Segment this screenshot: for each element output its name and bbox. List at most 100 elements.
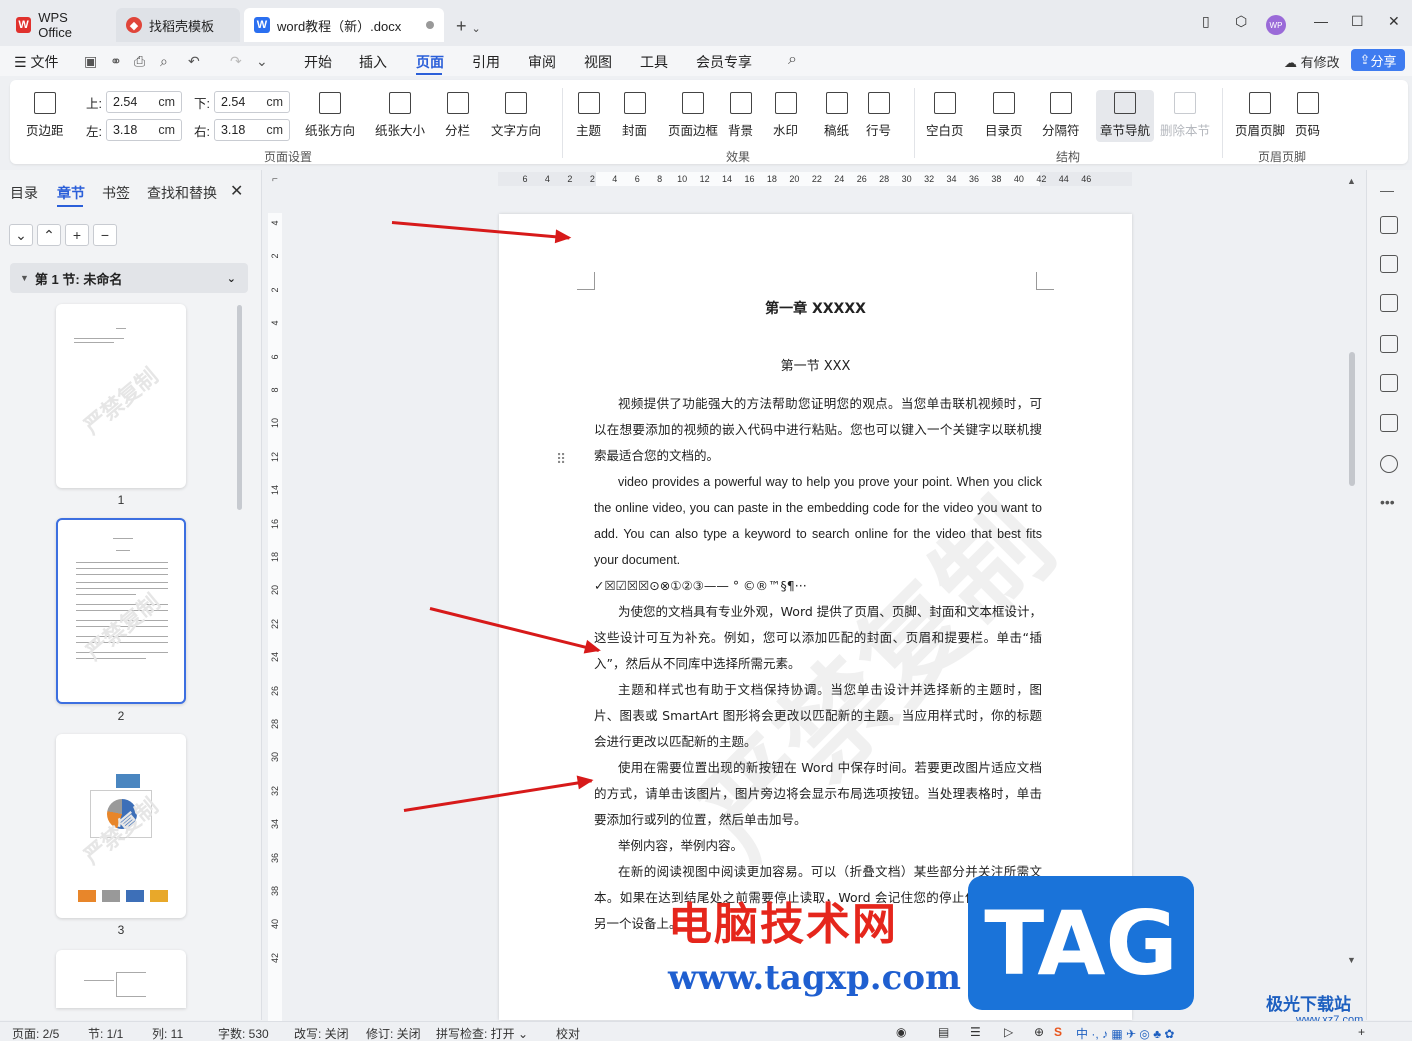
close-window-icon[interactable]: ✕: [1388, 13, 1400, 30]
search-icon[interactable]: ⌕: [788, 51, 797, 69]
status-section[interactable]: 节: 1/1: [88, 1025, 123, 1041]
delete-section-button[interactable]: 删除本节: [1160, 92, 1210, 139]
section-item[interactable]: ▼ 第 1 节: 未命名 ⌄: [10, 263, 248, 293]
page-thumbnail-2[interactable]: 严禁复制: [56, 518, 186, 704]
collapse-rail-icon[interactable]: —: [1380, 182, 1394, 198]
pen-icon[interactable]: [1380, 216, 1398, 234]
menu-insert[interactable]: 插入: [359, 52, 387, 72]
undo-icon[interactable]: ↶: [188, 53, 200, 70]
reader-icon[interactable]: [1380, 414, 1398, 432]
menu-member[interactable]: 会员专享: [696, 52, 752, 72]
modified-status[interactable]: ☁ 有修改: [1284, 52, 1340, 71]
maximize-icon[interactable]: ☐: [1351, 13, 1364, 30]
cover-button[interactable]: 封面: [622, 92, 647, 139]
document-body[interactable]: 视频提供了功能强大的方法帮助您证明您的观点。当您单击联机视频时，可以在想要添加的…: [594, 391, 1042, 937]
pane-tab-find-replace[interactable]: 查找和替换: [147, 183, 217, 203]
orientation-button[interactable]: 纸张方向: [305, 92, 355, 139]
pane-tab-toc[interactable]: 目录: [10, 183, 38, 203]
blank-page-button[interactable]: 空白页: [926, 92, 964, 139]
eye-protection-icon[interactable]: ◉: [896, 1025, 906, 1039]
paragraph[interactable]: 使用在需要位置出现的新按钮在 Word 中保存时间。若要更改图片适应文档的方式，…: [594, 755, 1042, 833]
scroll-down-icon[interactable]: ▼: [1347, 955, 1356, 965]
pane-scrollbar[interactable]: [237, 305, 242, 510]
pane-tab-sections[interactable]: 章节: [57, 183, 85, 203]
menu-page[interactable]: 页面: [416, 52, 444, 72]
more-chevron-icon[interactable]: ⌄: [256, 53, 268, 70]
print-preview-icon[interactable]: ⌕: [160, 53, 168, 70]
avatar[interactable]: WP: [1266, 15, 1286, 35]
print-icon[interactable]: ⎙: [134, 53, 145, 70]
menu-view[interactable]: 视图: [584, 52, 612, 72]
header-footer-button[interactable]: 页眉页脚: [1235, 92, 1285, 139]
columns-button[interactable]: 分栏: [445, 92, 470, 139]
status-spell-check[interactable]: 拼写检查: 打开 ⌄: [436, 1025, 528, 1041]
adjust-icon[interactable]: [1380, 294, 1398, 312]
zoom-in-icon[interactable]: +: [1358, 1025, 1365, 1039]
menu-review[interactable]: 审阅: [528, 52, 556, 72]
scroll-up-icon[interactable]: ▲: [1347, 176, 1356, 186]
doc-edit-icon[interactable]: [1380, 335, 1398, 353]
chapter-nav-button[interactable]: 章节导航: [1100, 92, 1150, 139]
status-proofread[interactable]: 校对: [556, 1025, 580, 1041]
paragraph[interactable]: 为使您的文档具有专业外观，Word 提供了页眉、页脚、封面和文本框设计，这些设计…: [594, 599, 1042, 677]
document-scrollbar[interactable]: [1349, 352, 1355, 486]
play-icon[interactable]: ▷: [1004, 1025, 1013, 1039]
menu-tools[interactable]: 工具: [640, 52, 668, 72]
paper-size-button[interactable]: 纸张大小: [375, 92, 425, 139]
page-thumbnail-1[interactable]: 严禁复制: [56, 304, 186, 488]
menu-references[interactable]: 引用: [472, 52, 500, 72]
web-view-icon[interactable]: ⊕: [1034, 1025, 1044, 1039]
top-margin-input[interactable]: 2.54 cm: [105, 91, 182, 113]
symbol-line[interactable]: ✓☒☑☒☒⊙⊗①②③—— ° ©®™§¶···: [594, 573, 1042, 599]
paragraph[interactable]: 主题和样式也有助于文档保持协调。当您单击设计并选择新的主题时，图片、图表或 Sm…: [594, 677, 1042, 755]
line-number-button[interactable]: 行号: [866, 92, 891, 139]
separator-button[interactable]: 分隔符: [1042, 92, 1080, 139]
right-margin-input[interactable]: 3.18 cm: [213, 119, 290, 141]
move-up-button[interactable]: ⌃: [37, 224, 61, 246]
background-button[interactable]: 背景: [728, 92, 753, 139]
tab-stop-icon[interactable]: ⌐: [272, 174, 278, 185]
theme-button[interactable]: 主题: [576, 92, 601, 139]
tab-templates[interactable]: ◆ 找稻壳模板: [116, 8, 240, 42]
file-menu[interactable]: ☰ 文件: [14, 52, 58, 72]
ime-toolbar-icon[interactable]: 中 ·, ♪ ▦ ✈ ◎ ♣ ✿: [1076, 1025, 1174, 1041]
pane-tab-bookmarks[interactable]: 书签: [102, 183, 130, 203]
status-word-count[interactable]: 字数: 530: [218, 1025, 269, 1041]
share-button[interactable]: ⇪ 分享: [1351, 49, 1405, 71]
page-view-icon[interactable]: ▤: [938, 1025, 949, 1039]
paragraph[interactable]: 视频提供了功能强大的方法帮助您证明您的观点。当您单击联机视频时，可以在想要添加的…: [594, 391, 1042, 469]
left-margin-input[interactable]: 3.18 cm: [105, 119, 182, 141]
menu-home[interactable]: 开始: [304, 52, 332, 72]
paragraph[interactable]: 举例内容，举例内容。: [594, 833, 1042, 859]
page-margins-button[interactable]: 页边距: [26, 92, 64, 139]
paragraph[interactable]: video provides a powerful way to help yo…: [594, 469, 1042, 573]
page-thumbnail-4[interactable]: [56, 950, 186, 1008]
tab-wps-office[interactable]: W WPS Office: [6, 8, 112, 42]
page-thumbnail-3[interactable]: 严禁复制: [56, 734, 186, 918]
redo-icon[interactable]: ↷: [230, 53, 242, 70]
text-direction-button[interactable]: 文字方向: [491, 92, 541, 139]
cursor-select-icon[interactable]: [1380, 255, 1398, 273]
move-down-button[interactable]: ⌄: [9, 224, 33, 246]
section-title[interactable]: 第一节 XXX: [499, 355, 1132, 374]
page-number-button[interactable]: 页码: [1295, 92, 1320, 139]
remove-section-button[interactable]: −: [93, 224, 117, 246]
tools-icon[interactable]: [1380, 374, 1398, 392]
toc-page-button[interactable]: 目录页: [985, 92, 1023, 139]
add-section-button[interactable]: +: [65, 224, 89, 246]
chapter-title[interactable]: 第一章 XXXXX: [499, 298, 1132, 318]
drag-handle-icon[interactable]: ⠿: [556, 451, 566, 468]
status-page[interactable]: 页面: 2/5: [12, 1025, 59, 1041]
watermark-button[interactable]: 水印: [773, 92, 798, 139]
help-icon[interactable]: [1380, 455, 1398, 473]
outline-view-icon[interactable]: ☰: [970, 1025, 981, 1039]
page-border-button[interactable]: 页面边框: [668, 92, 718, 139]
close-pane-icon[interactable]: ✕: [230, 181, 243, 201]
section-chevron-icon[interactable]: ⌄: [227, 272, 236, 285]
link-icon[interactable]: ⚭: [110, 53, 122, 70]
cube-icon[interactable]: ⬡: [1235, 13, 1247, 30]
status-track-changes[interactable]: 修订: 关闭: [366, 1025, 421, 1041]
status-column[interactable]: 列: 11: [152, 1025, 183, 1041]
ime-logo-icon[interactable]: S: [1054, 1025, 1062, 1039]
status-overtype[interactable]: 改写: 关闭: [294, 1025, 349, 1041]
